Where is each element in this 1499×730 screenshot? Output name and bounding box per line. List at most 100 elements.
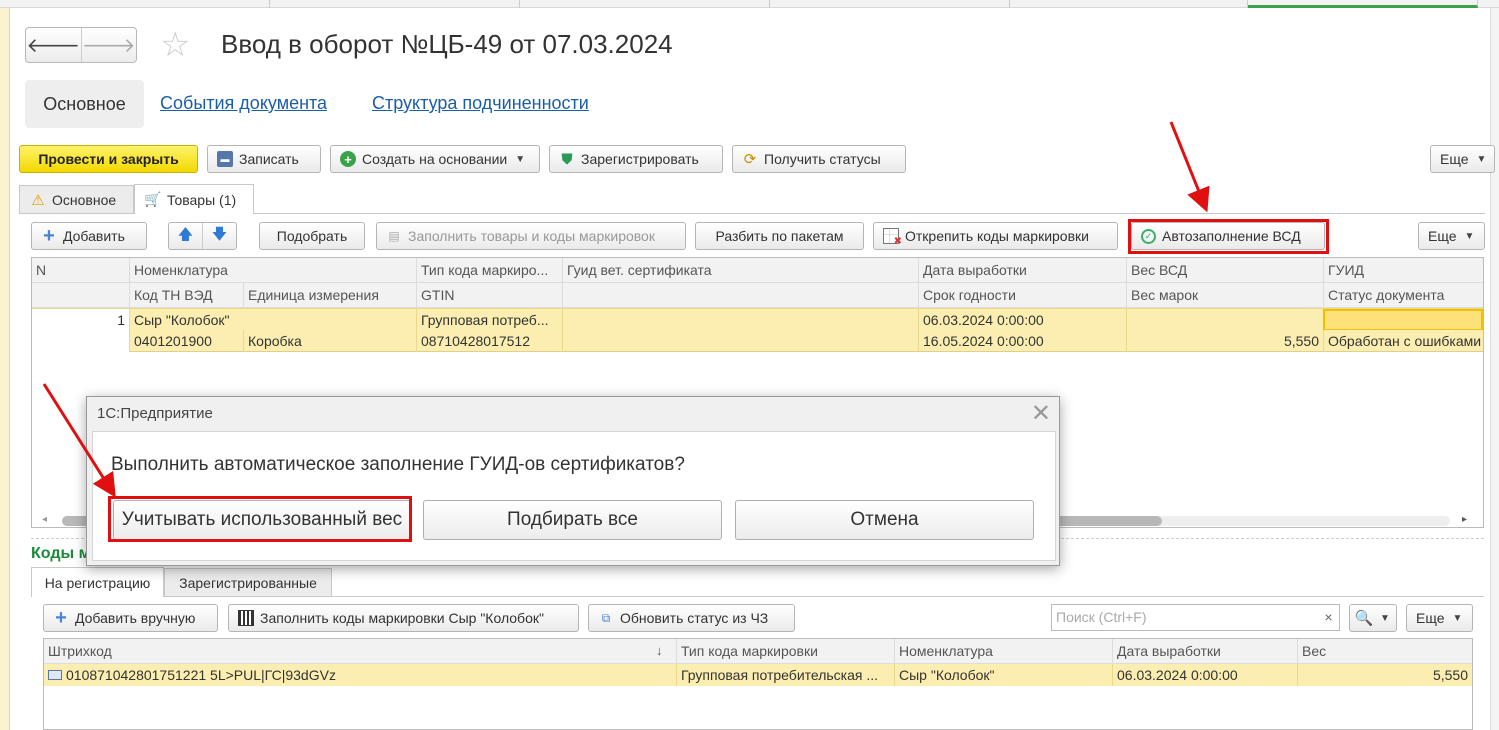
goods-more-button[interactable]: Еще ▼ [1418, 222, 1485, 250]
column-header[interactable]: Статус документа [1323, 283, 1483, 308]
plus-icon: + [55, 606, 67, 629]
column-header[interactable]: Вес марок [1126, 283, 1323, 308]
column-header[interactable]: Номенклатура [129, 258, 416, 283]
floppy-disk-icon: ▬ [217, 151, 233, 167]
fill-marking-codes-button[interactable]: Заполнить коды маркировки Сыр "Колобок" [228, 604, 579, 632]
column-header[interactable]: Тип кода маркиро... [416, 258, 562, 283]
column-header [562, 283, 918, 308]
right-scrollbar[interactable] [1490, 8, 1499, 730]
sort-arrow-icon: ↓ [656, 643, 663, 658]
save-button[interactable]: ▬ Записать [207, 145, 321, 173]
cell-vsd-weight[interactable] [1126, 309, 1323, 331]
column-header[interactable]: Единица измерения [243, 283, 416, 308]
account-used-weight-button[interactable]: Учитывать использованный вес [113, 500, 411, 540]
tab-for-registration[interactable]: На регистрацию [31, 567, 164, 597]
get-statuses-button[interactable]: ⟳ Получить статусы [732, 145, 906, 173]
dialog-title: 1С:Предприятие [97, 405, 213, 422]
detach-codes-button[interactable]: Открепить коды маркировки [873, 222, 1118, 250]
column-header[interactable]: Тип кода маркировки [676, 639, 894, 664]
pick-all-button[interactable]: Подбирать все [423, 500, 722, 540]
column-header[interactable]: GTIN [416, 283, 562, 308]
table-header-row: Штрихкод ↓ Тип кода маркировки Номенклат… [44, 639, 1472, 664]
autofill-vsd-button[interactable]: ✓ Автозаполнение ВСД [1131, 222, 1325, 250]
back-arrow-icon[interactable]: 🡐 [26, 28, 81, 62]
tab-goods[interactable]: 🛒 Товары (1) [134, 184, 254, 214]
qr-code-icon [238, 610, 254, 626]
cell-code-type[interactable]: Групповая потребительская ... [676, 664, 894, 686]
register-button[interactable]: ⛊ Зарегистрировать [549, 145, 723, 173]
scroll-right-icon[interactable]: ▸ [1462, 514, 1467, 525]
add-button[interactable]: + Добавить [31, 222, 147, 250]
column-header[interactable]: Гуид вет. сертификата [562, 258, 918, 283]
scroll-left-icon[interactable]: ◂ [42, 514, 47, 525]
arrow-down-icon[interactable]: 🡇 [202, 223, 236, 249]
dialog-message: Выполнить автоматическое заполнение ГУИД… [111, 454, 685, 475]
chevron-down-icon: ▼ [1464, 230, 1475, 242]
post-and-close-button[interactable]: Провести и закрыть [19, 145, 198, 173]
cell-unit[interactable]: Коробка [243, 330, 416, 352]
cell-barcode[interactable]: 010871042801751221 5L>PUL|ГС|93dGVz [44, 664, 676, 686]
subtab-document-events[interactable]: События документа [160, 93, 327, 114]
column-header[interactable]: Дата выработки [1112, 639, 1297, 664]
cell-guid[interactable] [1323, 309, 1483, 331]
cell-empty[interactable] [562, 330, 918, 352]
column-header[interactable]: Дата выработки [918, 258, 1126, 283]
cell-nomenclature[interactable]: Сыр "Колобок" [129, 309, 416, 331]
clear-search-icon[interactable]: × [1318, 604, 1340, 631]
chevron-down-icon: ▼ [515, 153, 526, 165]
table-row[interactable]: 0401201900 Коробка 08710428017512 16.05.… [32, 330, 1483, 352]
column-header[interactable]: Вес ВСД [1126, 258, 1323, 283]
chevron-down-icon: ▼ [1476, 153, 1487, 165]
column-header[interactable]: Код ТН ВЭД [129, 283, 243, 308]
table-row[interactable]: 1 Сыр "Колобок" Групповая потреб... 06.0… [32, 308, 1483, 331]
cell-nomenclature[interactable]: Сыр "Колобок" [894, 664, 1112, 686]
search-button[interactable]: 🔍 ▼ [1349, 604, 1397, 632]
column-header[interactable]: N [32, 258, 129, 283]
tab-registered[interactable]: Зарегистрированные [164, 568, 332, 596]
tab-main[interactable]: ⚠ Основное [19, 185, 134, 213]
cell-marks-weight[interactable]: 5,550 [1126, 330, 1323, 352]
barcode-icon [48, 670, 62, 680]
cell-gtin[interactable]: 08710428017512 [416, 330, 562, 352]
column-header[interactable]: ГУИД [1323, 258, 1483, 283]
column-header[interactable]: Штрихкод [44, 639, 676, 664]
arrow-up-icon[interactable]: 🡅 [169, 226, 202, 244]
close-icon[interactable]: ✕ [1031, 399, 1051, 428]
check-circle-icon: ✓ [1141, 228, 1156, 244]
codes-more-button[interactable]: Еще ▼ [1406, 604, 1473, 632]
table-header-row: Код ТН ВЭД Единица измерения GTIN Срок г… [32, 283, 1483, 308]
shield-icon: ⛊ [561, 150, 573, 168]
add-manually-button[interactable]: + Добавить вручную [43, 604, 218, 632]
column-header[interactable]: Номенклатура [894, 639, 1112, 664]
chevron-down-icon: ▼ [1380, 612, 1390, 624]
split-by-packages-button[interactable]: Разбить по пакетам [695, 222, 864, 250]
table-row[interactable]: 010871042801751221 5L>PUL|ГС|93dGVz Груп… [44, 664, 1472, 686]
update-status-button[interactable]: ⧉ Обновить статус из ЧЗ [588, 604, 795, 632]
annotation-arrow-icon [1169, 121, 1210, 213]
forward-arrow-icon[interactable]: 🡒 [80, 28, 137, 62]
more-button[interactable]: Еще ▼ [1430, 145, 1495, 173]
subtab-subordination-structure[interactable]: Структура подчиненности [372, 93, 589, 114]
column-header[interactable]: Вес [1297, 639, 1472, 664]
chevron-down-icon: ▼ [1452, 612, 1463, 624]
cancel-button[interactable]: Отмена [735, 500, 1034, 540]
cell-document-status[interactable]: Обработан с ошибками [1323, 330, 1483, 352]
cell-code-type[interactable]: Групповая потреб... [416, 309, 562, 331]
pick-button[interactable]: Подобрать [259, 222, 365, 250]
fill-goods-and-codes-button: ▤ Заполнить товары и коды маркировок [376, 222, 686, 250]
table-delete-icon [883, 228, 902, 247]
page-title: Ввод в оборот №ЦБ-49 от 07.03.2024 [221, 29, 673, 59]
cell-weight[interactable]: 5,550 [1297, 664, 1472, 686]
star-icon[interactable]: ☆ [160, 26, 190, 64]
subtab-main[interactable]: Основное [25, 80, 144, 128]
plus-circle-icon: + [340, 151, 356, 167]
cell-expiry[interactable]: 16.05.2024 0:00:00 [918, 330, 1126, 352]
create-based-on-button[interactable]: + Создать на основании ▼ [330, 145, 540, 173]
cell-production-date[interactable]: 06.03.2024 0:00:00 [1112, 664, 1297, 686]
search-input[interactable]: Поиск (Ctrl+F) [1051, 604, 1340, 631]
cell-tnved[interactable]: 0401201900 [129, 330, 243, 352]
code-tab-divider [31, 596, 1484, 597]
cell-vet-certificate[interactable] [562, 309, 918, 331]
column-header[interactable]: Срок годности [918, 283, 1126, 308]
cell-production-date[interactable]: 06.03.2024 0:00:00 [918, 309, 1126, 331]
